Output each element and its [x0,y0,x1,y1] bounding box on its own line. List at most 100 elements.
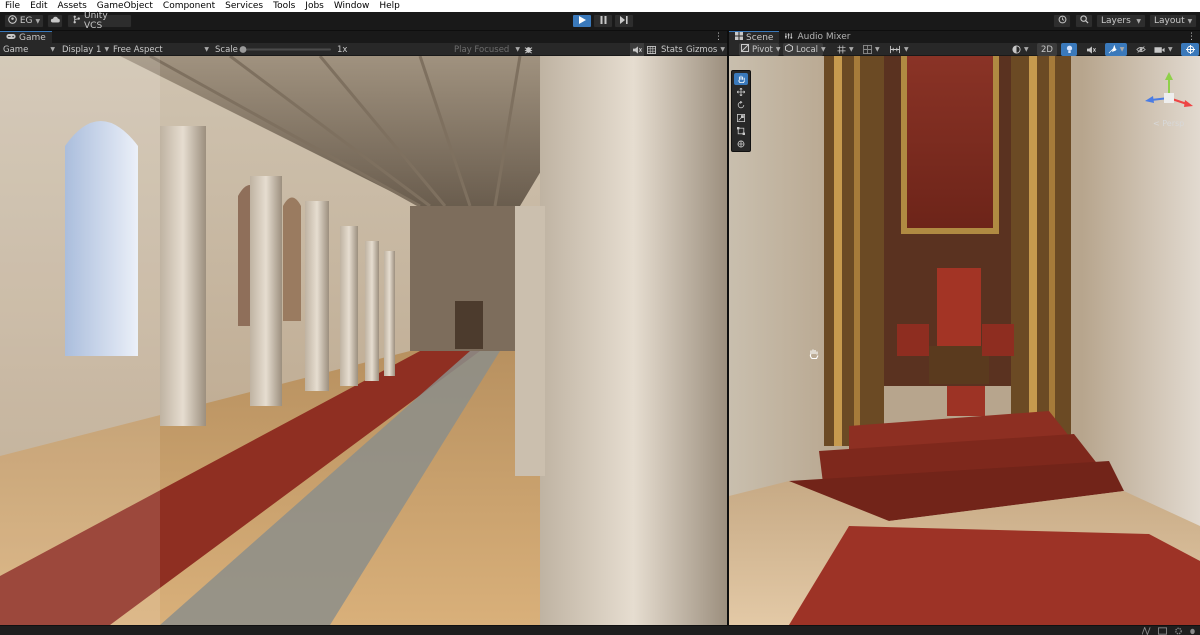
panel-splitter[interactable] [727,31,729,625]
pause-icon [600,15,607,27]
transform-tool-icon[interactable] [734,138,748,150]
2d-toggle-button[interactable]: 2D [1037,43,1057,56]
local-icon [785,43,793,55]
chevron-down-icon: ▼ [720,46,725,53]
gizmos-dropdown[interactable]: Gizmos ▼ [686,43,725,56]
search-button[interactable] [1075,14,1093,28]
grid-snap-icon[interactable]: ▼ [837,43,857,56]
layout-dropdown[interactable]: Layout ▼ [1149,14,1197,28]
panel-menu-icon[interactable]: ⋮ [714,31,723,43]
pause-button[interactable] [593,14,613,28]
step-button[interactable] [614,14,634,28]
history-icon [1058,15,1067,27]
incremental-snap-icon[interactable]: ▼ [889,43,913,56]
snap-increment-icon[interactable]: ▼ [863,43,883,56]
audio-toggle-icon[interactable] [1083,43,1099,56]
draw-mode-icon[interactable]: ▼ [1012,43,1032,56]
menu-component[interactable]: Component [158,0,220,12]
gizmos-label: Gizmos [686,44,718,55]
rotate-tool-icon[interactable] [734,99,748,111]
status-bar [0,625,1200,635]
menu-window[interactable]: Window [329,0,375,12]
main-toolbar: EG ▼ Unity VCS Layers ▼ Layout ▼ [0,11,1200,31]
chevron-down-icon: ▼ [849,46,854,53]
scale-slider[interactable] [238,43,333,56]
cloud-button[interactable] [47,14,63,28]
chevron-down-icon: ▼ [1024,46,1029,53]
layers-dropdown[interactable]: Layers ▼ [1096,14,1146,28]
scale-label: Scale [215,44,238,55]
settings-icon[interactable] [1174,627,1183,635]
scene-tab-row: Scene Audio Mixer ⋮ [729,31,1200,43]
menu-file[interactable]: File [0,0,25,12]
game-mode-label: Game [3,44,29,55]
chevron-down-icon: ▼ [875,46,880,53]
debug-mode-icon[interactable] [1188,627,1197,635]
camera-settings-icon[interactable]: ▼ [1154,43,1178,56]
chevron-down-icon: ▼ [1168,46,1173,53]
aspect-dropdown[interactable]: Free Aspect ▼ [113,43,209,56]
cloud-icon [50,16,60,27]
audio-mixer-icon [785,32,794,43]
step-icon [620,15,628,27]
bug-icon[interactable] [524,43,533,56]
pivot-icon [741,44,749,55]
layers-label: Layers [1101,16,1131,26]
play-focused-label: Play Focused [454,44,510,55]
menu-jobs[interactable]: Jobs [300,0,329,12]
account-icon [8,15,17,27]
scene-viewport[interactable]: < Persp [729,56,1200,625]
chevron-down-icon: ▼ [1119,46,1125,53]
scene-tool-palette [731,70,751,152]
pivot-dropdown[interactable]: Pivot ▼ [739,43,781,56]
gamepad-icon [6,33,16,43]
game-mode-dropdown[interactable]: Game ▼ [3,43,55,56]
display-dropdown[interactable]: Display 1 ▼ [62,43,109,56]
scene-orientation-gizmo[interactable] [1141,70,1197,126]
tab-scene[interactable]: Scene [729,31,780,43]
grid-icon[interactable] [647,43,656,56]
chevron-down-icon: ▼ [1136,17,1141,25]
tab-game[interactable]: Game [0,31,52,43]
effects-toggle-icon[interactable]: ▼ [1105,43,1127,56]
play-icon [578,15,586,27]
scene-grid-icon [735,32,743,43]
tab-audio-mixer[interactable]: Audio Mixer [779,31,856,43]
persp-label[interactable]: < Persp [1153,119,1184,128]
display-label: Display 1 [62,44,102,55]
game-tab-row: Game ⋮ [0,31,727,43]
chevron-down-icon: ▼ [904,46,909,53]
lighting-toggle-icon[interactable] [1061,43,1077,56]
local-label: Local [796,44,819,55]
hand-tool-icon[interactable] [734,73,748,85]
layout-label: Layout [1154,16,1185,26]
local-dropdown[interactable]: Local ▼ [783,43,826,56]
gizmos-toggle-icon[interactable] [1181,43,1199,56]
branch-icon [72,15,81,27]
mute-audio-icon[interactable] [630,43,644,56]
vcs-button[interactable]: Unity VCS [67,11,132,31]
stats-button[interactable]: Stats [661,43,683,56]
play-focused-dropdown[interactable]: Play Focused ▼ [454,43,520,56]
notifications-icon[interactable] [1158,627,1167,635]
play-button[interactable] [572,14,592,28]
scale-tool-icon[interactable] [734,112,748,124]
scale-slider-track [239,46,331,53]
menu-tools[interactable]: Tools [268,0,300,12]
hidden-objects-icon[interactable] [1133,43,1149,56]
progress-icon[interactable] [1141,626,1151,635]
scene-panel: Scene Audio Mixer ⋮ Pivot ▼ Local ▼ ▼ ▼ … [729,31,1200,625]
history-button[interactable] [1053,14,1071,28]
account-label: EG [19,16,33,26]
account-button[interactable]: EG ▼ [4,14,44,28]
move-tool-icon[interactable] [734,86,748,98]
game-viewport[interactable] [0,56,727,625]
menu-help[interactable]: Help [374,0,405,12]
chevron-down-icon: ▼ [515,46,520,53]
pivot-label: Pivot [752,44,773,55]
menu-services[interactable]: Services [220,0,268,12]
scene-view-toolbar: Pivot ▼ Local ▼ ▼ ▼ ▼ ▼ 2D ▼ ▼ [729,43,1200,56]
menu-edit[interactable]: Edit [25,0,52,12]
panel-menu-icon[interactable]: ⋮ [1187,31,1196,43]
rect-tool-icon[interactable] [734,125,748,137]
